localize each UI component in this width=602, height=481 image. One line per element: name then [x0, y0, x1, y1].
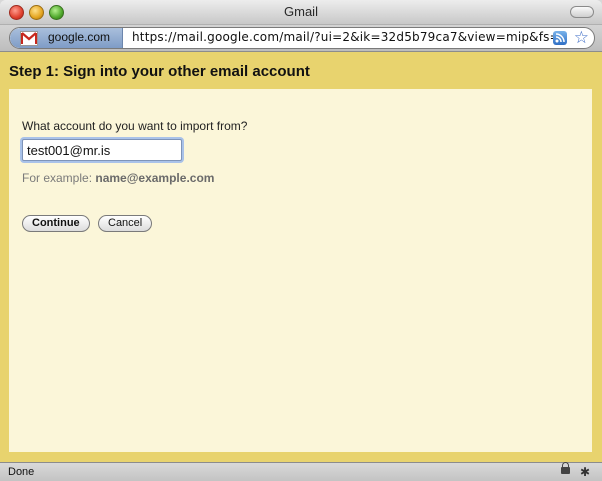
- email-field[interactable]: [22, 139, 182, 161]
- browser-window: Gmail google.com https://mail.google.com…: [0, 0, 602, 481]
- continue-button[interactable]: Continue: [22, 215, 90, 232]
- example-email: name@example.com: [95, 171, 215, 185]
- example-hint: For example: name@example.com: [22, 171, 214, 185]
- page-content: Step 1: Sign into your other email accou…: [0, 52, 602, 462]
- window-title: Gmail: [284, 4, 318, 19]
- gmail-icon: [20, 31, 38, 46]
- url-text[interactable]: https://mail.google.com/mail/?ui=2&ik=32…: [132, 30, 560, 44]
- site-label: google.com: [48, 30, 111, 44]
- status-bar: Done ✱: [0, 462, 602, 481]
- title-bar: Gmail: [0, 0, 602, 25]
- bug-icon[interactable]: ✱: [580, 465, 590, 479]
- site-identity[interactable]: google.com: [10, 28, 123, 48]
- lock-icon[interactable]: [561, 462, 570, 474]
- address-bar[interactable]: google.com https://mail.google.com/mail/…: [9, 27, 595, 49]
- page-title: Step 1: Sign into your other email accou…: [9, 63, 310, 80]
- toolbar-toggle-button[interactable]: [570, 6, 594, 18]
- address-row: google.com https://mail.google.com/mail/…: [0, 25, 602, 52]
- cancel-button[interactable]: Cancel: [98, 215, 153, 232]
- star-icon[interactable]: ☆: [574, 28, 589, 48]
- form-panel: What account do you want to import from?…: [9, 89, 592, 452]
- account-question-label: What account do you want to import from?: [22, 119, 248, 133]
- rss-icon[interactable]: [553, 31, 567, 45]
- example-prefix: For example:: [22, 171, 96, 185]
- status-text: Done: [8, 466, 35, 478]
